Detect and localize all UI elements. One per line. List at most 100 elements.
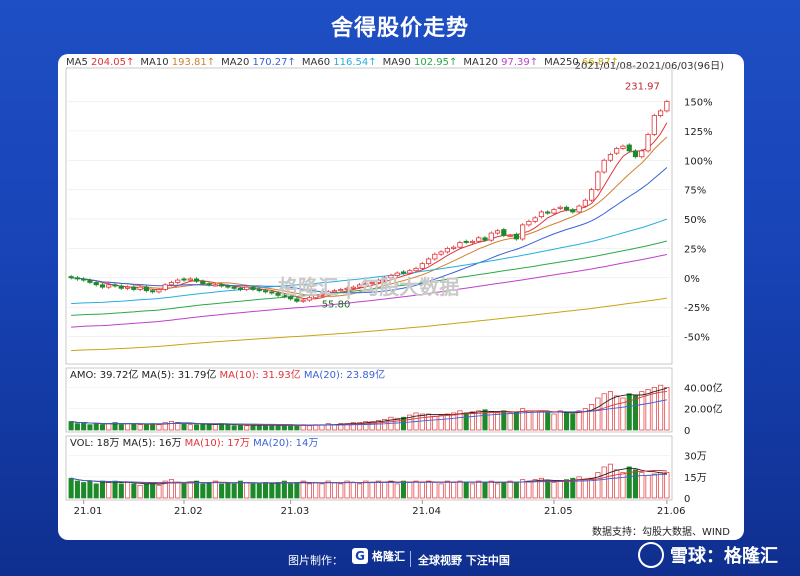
vol-bar [426, 480, 432, 499]
amo-bar [187, 424, 193, 431]
candle-body [576, 205, 582, 213]
amo-bar [614, 395, 620, 431]
candle-body [118, 285, 124, 289]
candle-body [557, 206, 563, 209]
ma250-line [71, 297, 667, 352]
y-tick-label: 75% [684, 186, 706, 197]
vol-bar [551, 482, 557, 499]
stock-chart[interactable]: 150% 125% 100% 75% 50% 25% 0% -25% -50% 231.97 55.… [58, 54, 744, 540]
candle-body [219, 284, 225, 287]
amo-bar [156, 424, 162, 431]
amo-bar [576, 410, 582, 431]
vol-bar [488, 480, 494, 499]
amo-bar [419, 413, 425, 431]
vol-bar [375, 480, 381, 499]
vol-bar [495, 483, 501, 499]
candle-body [463, 240, 469, 243]
candle-body [476, 237, 482, 242]
vol-bar [125, 482, 131, 499]
candle-body [469, 240, 476, 243]
watermark: 格隆汇 | 勾股大数据 [278, 275, 459, 299]
candle-body [632, 150, 639, 158]
amo-bar [194, 424, 200, 431]
vol-bar [607, 463, 613, 499]
candle-body [237, 287, 244, 290]
amo-bar [426, 413, 432, 431]
candle-body [112, 284, 118, 287]
x-tick-label: 21.06 [657, 506, 686, 517]
vol-bar [419, 482, 425, 499]
vol-bar [250, 483, 256, 499]
candle-body [444, 247, 450, 253]
candle-body [294, 298, 300, 302]
vol-bar [131, 483, 137, 499]
amo-bar [231, 425, 237, 431]
vol-bar [68, 477, 74, 499]
vol-bar [658, 472, 664, 499]
vol-bar [150, 482, 156, 499]
footer-divider [410, 551, 411, 567]
vol-bar [501, 482, 507, 499]
y-tick-label: 25% [684, 244, 706, 255]
amo-bar [601, 393, 607, 431]
amo-bar [538, 411, 544, 431]
x-tick-label: 21.03 [281, 506, 310, 517]
vol-bar [394, 483, 400, 499]
vol-bar [212, 480, 218, 499]
vol-bar [482, 482, 488, 499]
y-tick-label: -50% [684, 333, 710, 344]
candle-body [244, 286, 250, 290]
candle-body [68, 276, 74, 279]
y-tick-label: 50% [684, 215, 706, 226]
vol-bar [444, 480, 450, 499]
amo-y-tick: 0 [684, 426, 690, 437]
amo-bar [526, 410, 532, 431]
candle-body [589, 189, 595, 201]
vol-bar [344, 480, 350, 499]
y-tick-label: 0% [684, 274, 700, 285]
amo-bar [168, 421, 175, 431]
amo-bar [551, 413, 557, 431]
vol-y-tick: 30万 [684, 452, 707, 463]
amo-bar [570, 413, 576, 431]
candle-body [99, 284, 106, 288]
amo-bar [237, 424, 243, 431]
vol-bar [432, 482, 438, 499]
vol-bar [200, 483, 206, 499]
candle-body [175, 279, 181, 283]
candle-body [513, 233, 519, 240]
vol-bar [93, 483, 99, 499]
amo-bar [150, 423, 156, 431]
xueqiu-text: 雪球：格隆汇 [670, 546, 778, 567]
amo-bar [125, 423, 131, 431]
candle-body [87, 279, 93, 283]
brand-name: 格隆汇 [372, 550, 405, 563]
amo-bar [626, 393, 632, 431]
vol-bar [156, 484, 162, 499]
amo-bar [495, 412, 501, 431]
candle-body [657, 110, 664, 117]
page-title: 舍得股价走势 [330, 16, 469, 41]
amo-bar [93, 423, 99, 431]
candle-body [425, 258, 432, 265]
candle-body [551, 209, 557, 214]
vol-bar [626, 466, 632, 499]
candle-body [74, 277, 81, 280]
vol-bar [262, 482, 269, 499]
vol-bar [388, 480, 394, 499]
y-tick-label: 125% [684, 127, 713, 138]
vol-bar [589, 477, 595, 499]
vol-bar [288, 483, 294, 499]
vol-bar [306, 483, 312, 499]
amo-title: AMO: 39.72亿 MA(5): 31.79亿 MA(10): 31.93亿… [70, 368, 385, 381]
vol-bar [614, 469, 620, 499]
candle-body [150, 290, 156, 293]
candle-body [639, 150, 645, 158]
y-tick-label: 100% [684, 156, 713, 167]
vol-bar [175, 482, 181, 499]
xueqiu-icon [638, 542, 664, 568]
xueqiu-watermark: 雪球：格隆汇 [638, 542, 778, 568]
amo-bar [507, 412, 513, 431]
candle-body [601, 159, 607, 173]
vol-bar [463, 482, 469, 499]
